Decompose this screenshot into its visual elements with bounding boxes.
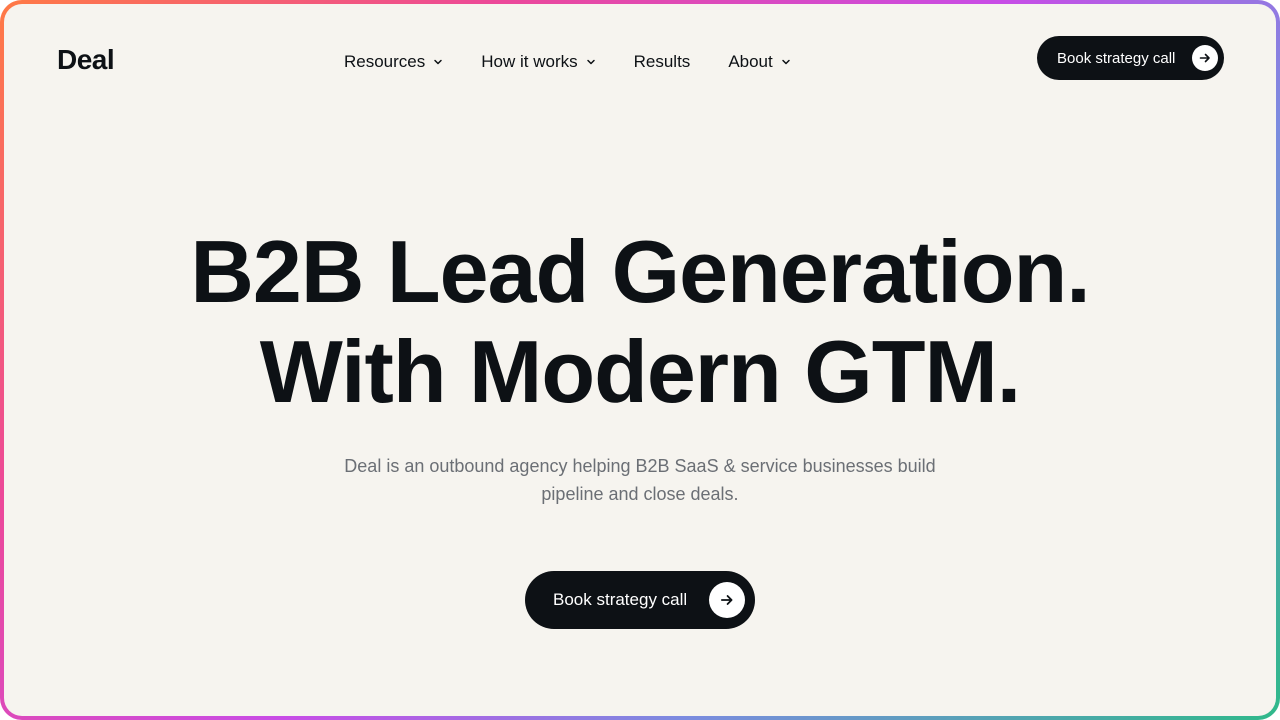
nav-item-label: How it works	[481, 52, 578, 71]
hero-title: B2B Lead Generation. With Modern GTM.	[4, 222, 1276, 422]
main-nav: Resources How it works Results About	[344, 48, 791, 76]
nav-item-results[interactable]: Results	[634, 52, 691, 72]
header-book-call-button[interactable]: Book strategy call	[1037, 36, 1224, 80]
page-canvas: Deal Resources How it works Results Abou…	[4, 4, 1276, 716]
nav-item-how-it-works[interactable]: How it works	[481, 52, 595, 72]
hero-title-line-1: B2B Lead Generation.	[190, 222, 1090, 321]
arrow-right-icon	[1192, 45, 1218, 71]
header-book-call-label: Book strategy call	[1057, 49, 1176, 67]
nav-item-label: Results	[633, 52, 691, 71]
chevron-down-icon	[781, 57, 791, 67]
chevron-down-icon	[586, 57, 596, 67]
nav-item-label: About	[728, 52, 773, 71]
gradient-frame: Deal Resources How it works Results Abou…	[0, 0, 1280, 720]
arrow-right-icon	[709, 582, 745, 618]
hero-subtitle: Deal is an outbound agency helping B2B S…	[344, 456, 936, 504]
chevron-down-icon	[433, 57, 443, 67]
nav-item-label: Resources	[344, 52, 426, 71]
nav-item-about[interactable]: About	[728, 52, 790, 72]
hero-book-call-label: Book strategy call	[553, 590, 688, 609]
hero-title-line-2: With Modern GTM.	[259, 322, 1021, 421]
nav-item-resources[interactable]: Resources	[344, 52, 443, 72]
logo[interactable]: Deal	[57, 44, 115, 76]
hero-book-call-button[interactable]: Book strategy call	[525, 571, 755, 629]
